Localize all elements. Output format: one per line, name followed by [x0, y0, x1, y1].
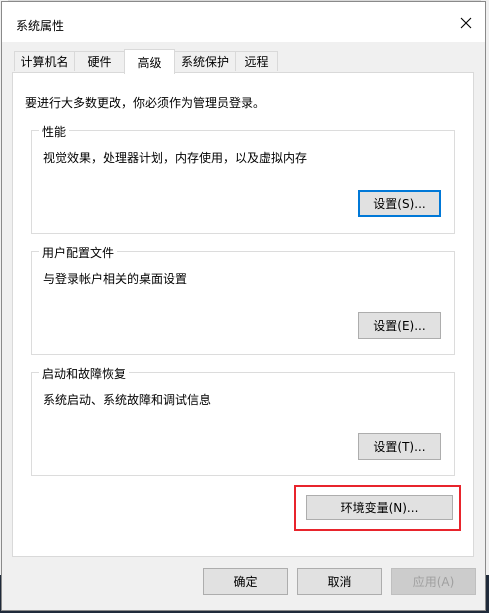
user-profiles-title: 用户配置文件 [39, 244, 118, 261]
startup-recovery-settings-button[interactable]: 设置(T)... [358, 433, 441, 460]
performance-description: 视觉效果，处理器计划，内存使用，以及虚拟内存 [43, 151, 308, 165]
admin-note: 要进行大多数更改，你必须作为管理员登录。 [25, 96, 266, 110]
user-profiles-group: 用户配置文件 与登录帐户相关的桌面设置 [31, 244, 455, 355]
button-label: 确定 [233, 575, 258, 589]
tab-label: 系统保护 [180, 55, 229, 69]
performance-title: 性能 [39, 123, 70, 140]
button-label: 环境变量(N)... [340, 501, 419, 515]
title-bar[interactable]: 系统属性 [2, 2, 485, 42]
tab-advanced[interactable]: 高级 [124, 49, 175, 74]
tab-computer-name[interactable]: 计算机名 [14, 51, 75, 71]
tab-label: 高级 [137, 55, 162, 70]
button-label: 设置(S)... [373, 197, 426, 211]
button-label: 取消 [327, 575, 352, 589]
tab-remote[interactable]: 远程 [235, 51, 278, 71]
tab-label: 硬件 [87, 55, 112, 69]
cancel-button[interactable]: 取消 [297, 568, 382, 595]
user-profiles-settings-button[interactable]: 设置(E)... [358, 312, 441, 339]
environment-variables-button[interactable]: 环境变量(N)... [306, 495, 453, 520]
close-button[interactable] [453, 10, 479, 36]
window-title: 系统属性 [16, 19, 65, 33]
tab-hardware[interactable]: 硬件 [74, 51, 125, 71]
apply-button[interactable]: 应用(A) [391, 568, 476, 595]
performance-group: 性能 视觉效果，处理器计划，内存使用，以及虚拟内存 [31, 123, 455, 234]
tab-label: 远程 [244, 55, 269, 69]
startup-recovery-title: 启动和故障恢复 [39, 365, 130, 382]
tab-strip: 计算机名 硬件 高级 系统保护 远程 [14, 49, 474, 74]
button-label: 设置(E)... [373, 319, 426, 333]
startup-recovery-group: 启动和故障恢复 系统启动、系统故障和调试信息 [31, 365, 455, 476]
startup-recovery-description: 系统启动、系统故障和调试信息 [43, 393, 212, 407]
performance-settings-button[interactable]: 设置(S)... [358, 190, 441, 217]
user-profiles-description: 与登录帐户相关的桌面设置 [43, 272, 188, 286]
tab-label: 计算机名 [20, 55, 69, 69]
tab-system-protection[interactable]: 系统保护 [174, 51, 236, 71]
close-icon [460, 17, 472, 29]
button-label: 应用(A) [412, 575, 455, 589]
button-label: 设置(T)... [373, 440, 426, 454]
ok-button[interactable]: 确定 [203, 568, 288, 595]
